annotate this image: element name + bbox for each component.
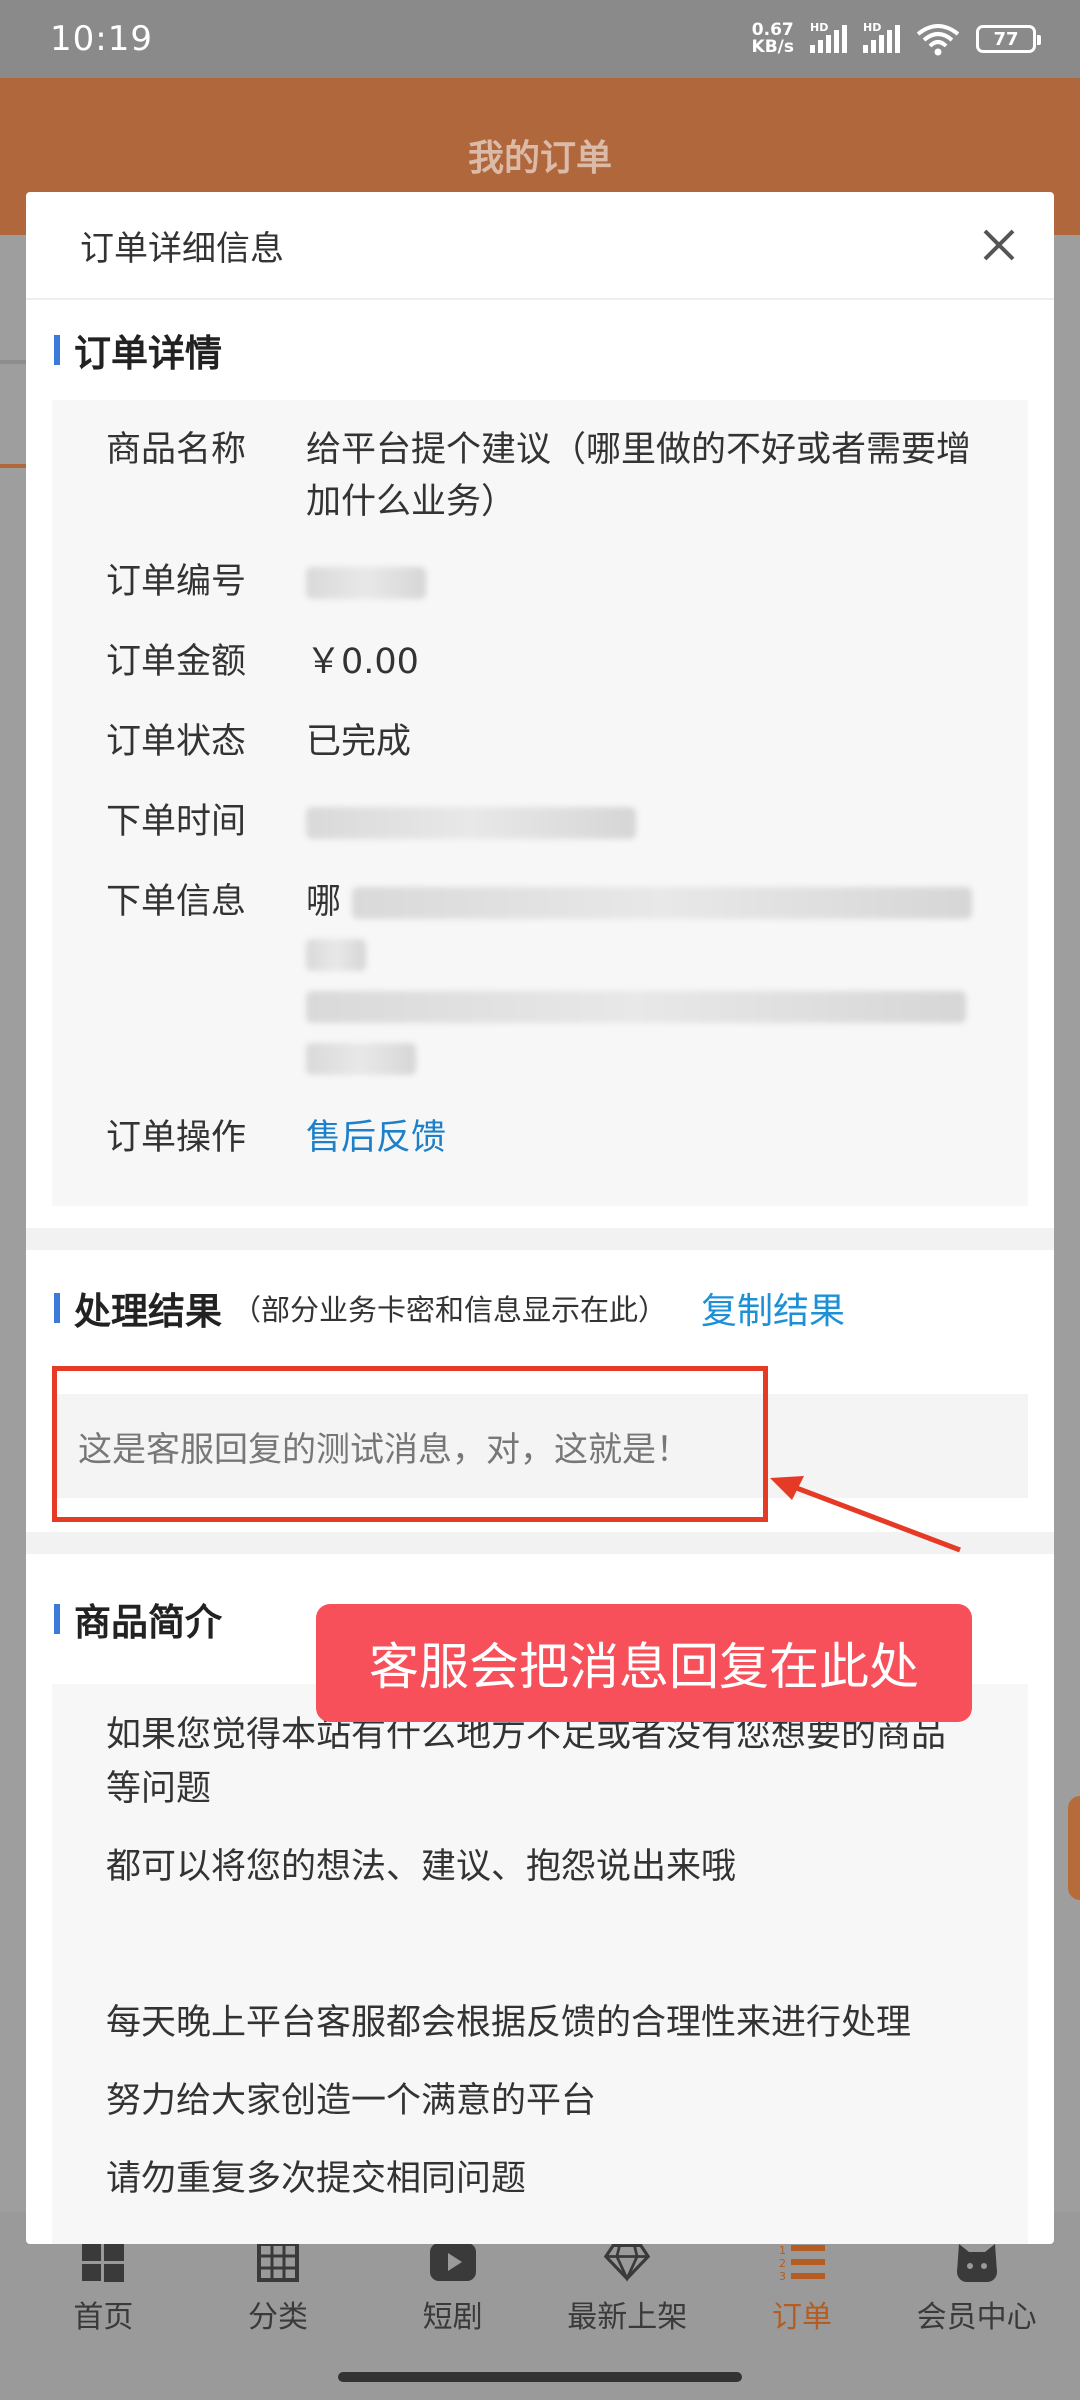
detail-row-order-amount: 订单金额 ￥0.00 [52,636,1028,688]
status-time: 10:19 [50,19,153,59]
nav-item-short-drama[interactable]: 短剧 [368,2242,538,2336]
signal-icon: HD [863,21,900,53]
intro-line: 努力给大家创造一个满意的平台 [106,2081,597,2121]
section-divider [26,1228,1054,1250]
background-divider [0,360,26,364]
after-sale-feedback-link[interactable]: 售后反馈 [306,1112,974,1164]
redacted-blur [306,939,366,971]
detail-label: 订单操作 [106,1118,247,1158]
diamond-icon [604,2242,651,2282]
status-bar: 10:19 0.67 KB/s HD HD 77 [0,0,1080,78]
svg-text:2: 2 [779,2257,786,2270]
detail-label: 商品名称 [106,430,247,470]
home-indicator[interactable] [338,2372,742,2382]
close-icon [983,229,1015,261]
detail-label: 下单信息 [106,882,247,922]
windows-grid-icon [80,2242,126,2282]
close-button[interactable] [974,220,1024,270]
intro-line-empty [106,1918,974,1972]
product-intro-box: 如果您觉得本站有什么地方不足或者没有您想要的商品等问题 都可以将您的想法、建议、… [52,1684,1028,2244]
page-title: 我的订单 [467,137,612,179]
section-title: 商品简介 [74,1601,222,1644]
signal-icon: HD [810,21,847,53]
detail-label: 订单状态 [106,722,247,762]
nav-item-orders[interactable]: 123 订单 [717,2242,887,2336]
detail-row-order-action: 订单操作 售后反馈 [52,1112,1028,1164]
order-detail-modal: 订单详细信息 订单详情 商品名称 给平台提个建议（哪里做的不好或者需要增加什么业… [26,192,1054,2244]
order-info-value: 哪 [306,876,974,1084]
section-marker [54,1293,60,1323]
redacted-blur [306,1043,416,1075]
battery-icon: 77 [976,25,1041,53]
section-subtitle: （部分业务卡密和信息显示在此） [232,1293,668,1327]
list-numbered-icon: 123 [779,2242,825,2282]
order-time-value [306,796,974,848]
redacted-blur [306,991,966,1023]
detail-label: 下单时间 [106,802,247,842]
svg-text:1: 1 [779,2244,786,2257]
detail-row-order-info: 下单信息 哪 [52,876,1028,1084]
nav-item-category[interactable]: 分类 [193,2242,363,2336]
order-detail-section-header: 订单详情 [26,300,1054,400]
nav-item-member-center[interactable]: 会员中心 [892,2242,1062,2336]
order-status-value: 已完成 [306,722,412,762]
detail-row-product-name: 商品名称 给平台提个建议（哪里做的不好或者需要增加什么业务） [52,424,1028,528]
intro-line: 都可以将您的想法、建议、抱怨说出来哦 [106,1847,737,1887]
product-name-value: 给平台提个建议（哪里做的不好或者需要增加什么业务） [306,430,972,522]
svg-text:3: 3 [779,2270,786,2282]
background-divider [0,464,26,468]
redacted-blur [352,887,973,919]
section-marker [54,1604,60,1634]
order-amount-value: ￥0.00 [306,642,419,682]
order-detail-box: 商品名称 给平台提个建议（哪里做的不好或者需要增加什么业务） 订单编号 订单金额… [52,400,1028,1206]
intro-line: 如果您觉得本站有什么地方不足或者没有您想要的商品等问题 [106,1715,947,1809]
wifi-icon [916,24,960,56]
table-grid-icon [255,2242,301,2282]
result-wrap: 这是客服回复的测试消息，对，这就是！ 客服会把消息回复在此处 [26,1366,1054,1722]
section-marker [54,335,60,365]
redacted-blur [306,807,636,839]
background-float-button [1068,1796,1080,1900]
intro-line: 请勿重复多次提交相同问题 [106,2159,527,2199]
nav-item-home[interactable]: 首页 [18,2242,188,2336]
cat-avatar-icon [954,2242,1000,2282]
annotation-callout: 客服会把消息回复在此处 [316,1604,972,1722]
network-speed: 0.67 KB/s [751,20,794,57]
status-icons: 0.67 KB/s HD HD 77 [751,20,1041,57]
intro-line: 每天晚上平台客服都会根据反馈的合理性来进行处理 [106,2003,912,2043]
detail-label: 订单金额 [106,642,247,682]
modal-header: 订单详细信息 [26,192,1054,300]
copy-result-button[interactable]: 复制结果 [701,1282,845,1334]
section-title: 处理结果 [74,1290,222,1333]
detail-row-order-number: 订单编号 [52,556,1028,608]
detail-label: 订单编号 [106,562,247,602]
section-title: 订单详情 [74,332,222,375]
detail-row-order-status: 订单状态 已完成 [52,716,1028,768]
modal-title: 订单详细信息 [80,228,284,269]
play-video-icon [429,2242,476,2282]
detail-row-order-time: 下单时间 [52,796,1028,848]
result-section-header: 处理结果 （部分业务卡密和信息显示在此） 复制结果 [26,1250,1054,1366]
order-number-value [306,556,974,608]
annotation-arrow-icon [770,1476,961,1553]
nav-item-new-arrivals[interactable]: 最新上架 [542,2242,712,2336]
redacted-blur [306,567,426,599]
